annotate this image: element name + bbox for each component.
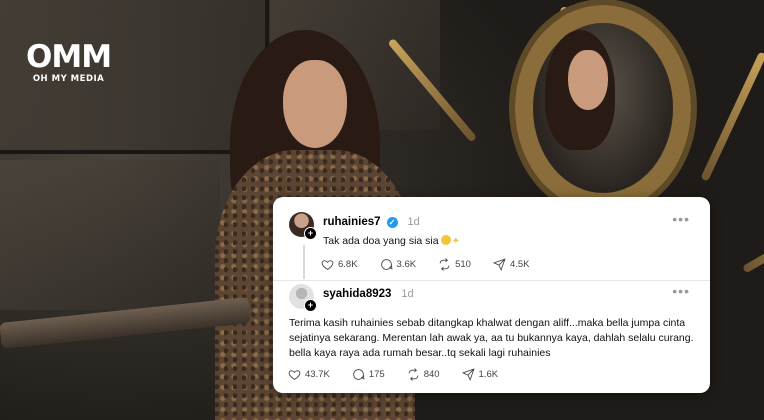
share-icon bbox=[461, 368, 475, 381]
username[interactable]: ruhainies7 bbox=[323, 216, 381, 228]
like-button[interactable]: 6.8K bbox=[321, 258, 358, 271]
logo-text: OH MY MEDIA bbox=[32, 74, 105, 84]
repost-button[interactable]: 840 bbox=[407, 368, 440, 381]
mirror-ray bbox=[742, 206, 764, 274]
share-button[interactable]: 1.6K bbox=[461, 368, 499, 381]
share-icon bbox=[492, 258, 506, 271]
follow-plus-icon[interactable]: + bbox=[304, 299, 317, 312]
like-count: 43.7K bbox=[305, 369, 330, 380]
threads-post-card: + ruhainies7 ✓ 1d ••• Tak ada doa yang s… bbox=[273, 197, 710, 393]
post-header: syahida8923 1d bbox=[323, 288, 414, 300]
comment-button[interactable]: 175 bbox=[352, 368, 385, 381]
comment-count: 175 bbox=[368, 369, 385, 380]
comment-button[interactable]: 3.6K bbox=[380, 258, 417, 271]
woman-face bbox=[283, 60, 347, 148]
smile-emoji-icon bbox=[440, 235, 451, 245]
comment-icon bbox=[353, 369, 365, 380]
post-time: 1d bbox=[407, 216, 420, 228]
comment-count: 3.6K bbox=[396, 259, 417, 270]
share-count: 1.6K bbox=[478, 369, 499, 380]
repost-button[interactable]: 510 bbox=[438, 258, 471, 271]
share-button[interactable]: 4.5K bbox=[492, 258, 530, 271]
thread-line bbox=[303, 245, 305, 279]
repost-count: 840 bbox=[423, 369, 440, 380]
reflection-face bbox=[568, 50, 608, 110]
post-text: Tak ada doa yang sia sia ✦ bbox=[323, 234, 460, 249]
post-actions: 6.8K 3.6K 510 4.5K bbox=[321, 258, 552, 271]
post-actions: 43.7K 175 840 1.6K bbox=[288, 368, 520, 381]
post-text: Terima kasih ruhainies sebab ditangkap k… bbox=[289, 316, 699, 361]
avatar[interactable]: + bbox=[289, 212, 317, 240]
more-icon[interactable]: ••• bbox=[672, 211, 690, 227]
follow-plus-icon[interactable]: + bbox=[304, 227, 317, 240]
repost-count: 510 bbox=[455, 259, 471, 270]
repost-icon bbox=[408, 368, 418, 381]
post-text-line: Terima kasih ruhainies sebab ditangkap k… bbox=[289, 317, 686, 329]
post-header: ruhainies7 ✓ 1d bbox=[323, 216, 420, 228]
like-count: 6.8K bbox=[338, 259, 358, 270]
username[interactable]: syahida8923 bbox=[323, 288, 391, 300]
share-count: 4.5K bbox=[509, 259, 530, 270]
repost-icon bbox=[439, 258, 450, 271]
post-text-content: Tak ada doa yang sia sia bbox=[323, 235, 439, 247]
post-text-line: bella kaya raya ada rumah besar..tq seka… bbox=[289, 347, 551, 359]
post-time: 1d bbox=[401, 288, 414, 300]
verified-icon: ✓ bbox=[386, 216, 398, 228]
post[interactable]: + syahida8923 1d ••• Terima kasih ruhain… bbox=[273, 280, 710, 393]
post-text-line: sejatinya sekarang. Merentan lah awak ya… bbox=[289, 332, 694, 344]
avatar[interactable]: + bbox=[289, 284, 317, 312]
heart-icon bbox=[321, 260, 334, 270]
more-icon[interactable]: ••• bbox=[672, 283, 690, 299]
like-button[interactable]: 43.7K bbox=[288, 368, 330, 381]
mirror-ray bbox=[700, 51, 764, 182]
logo-mark: OMM bbox=[26, 39, 112, 75]
comment-icon bbox=[380, 259, 393, 270]
sparkle-emoji-icon: ✦ bbox=[451, 236, 460, 247]
stone-wall-block bbox=[0, 160, 220, 310]
post[interactable]: + ruhainies7 ✓ 1d ••• Tak ada doa yang s… bbox=[273, 197, 710, 280]
oh-my-media-logo: OMM OH MY MEDIA bbox=[26, 39, 112, 85]
heart-icon bbox=[288, 370, 301, 380]
